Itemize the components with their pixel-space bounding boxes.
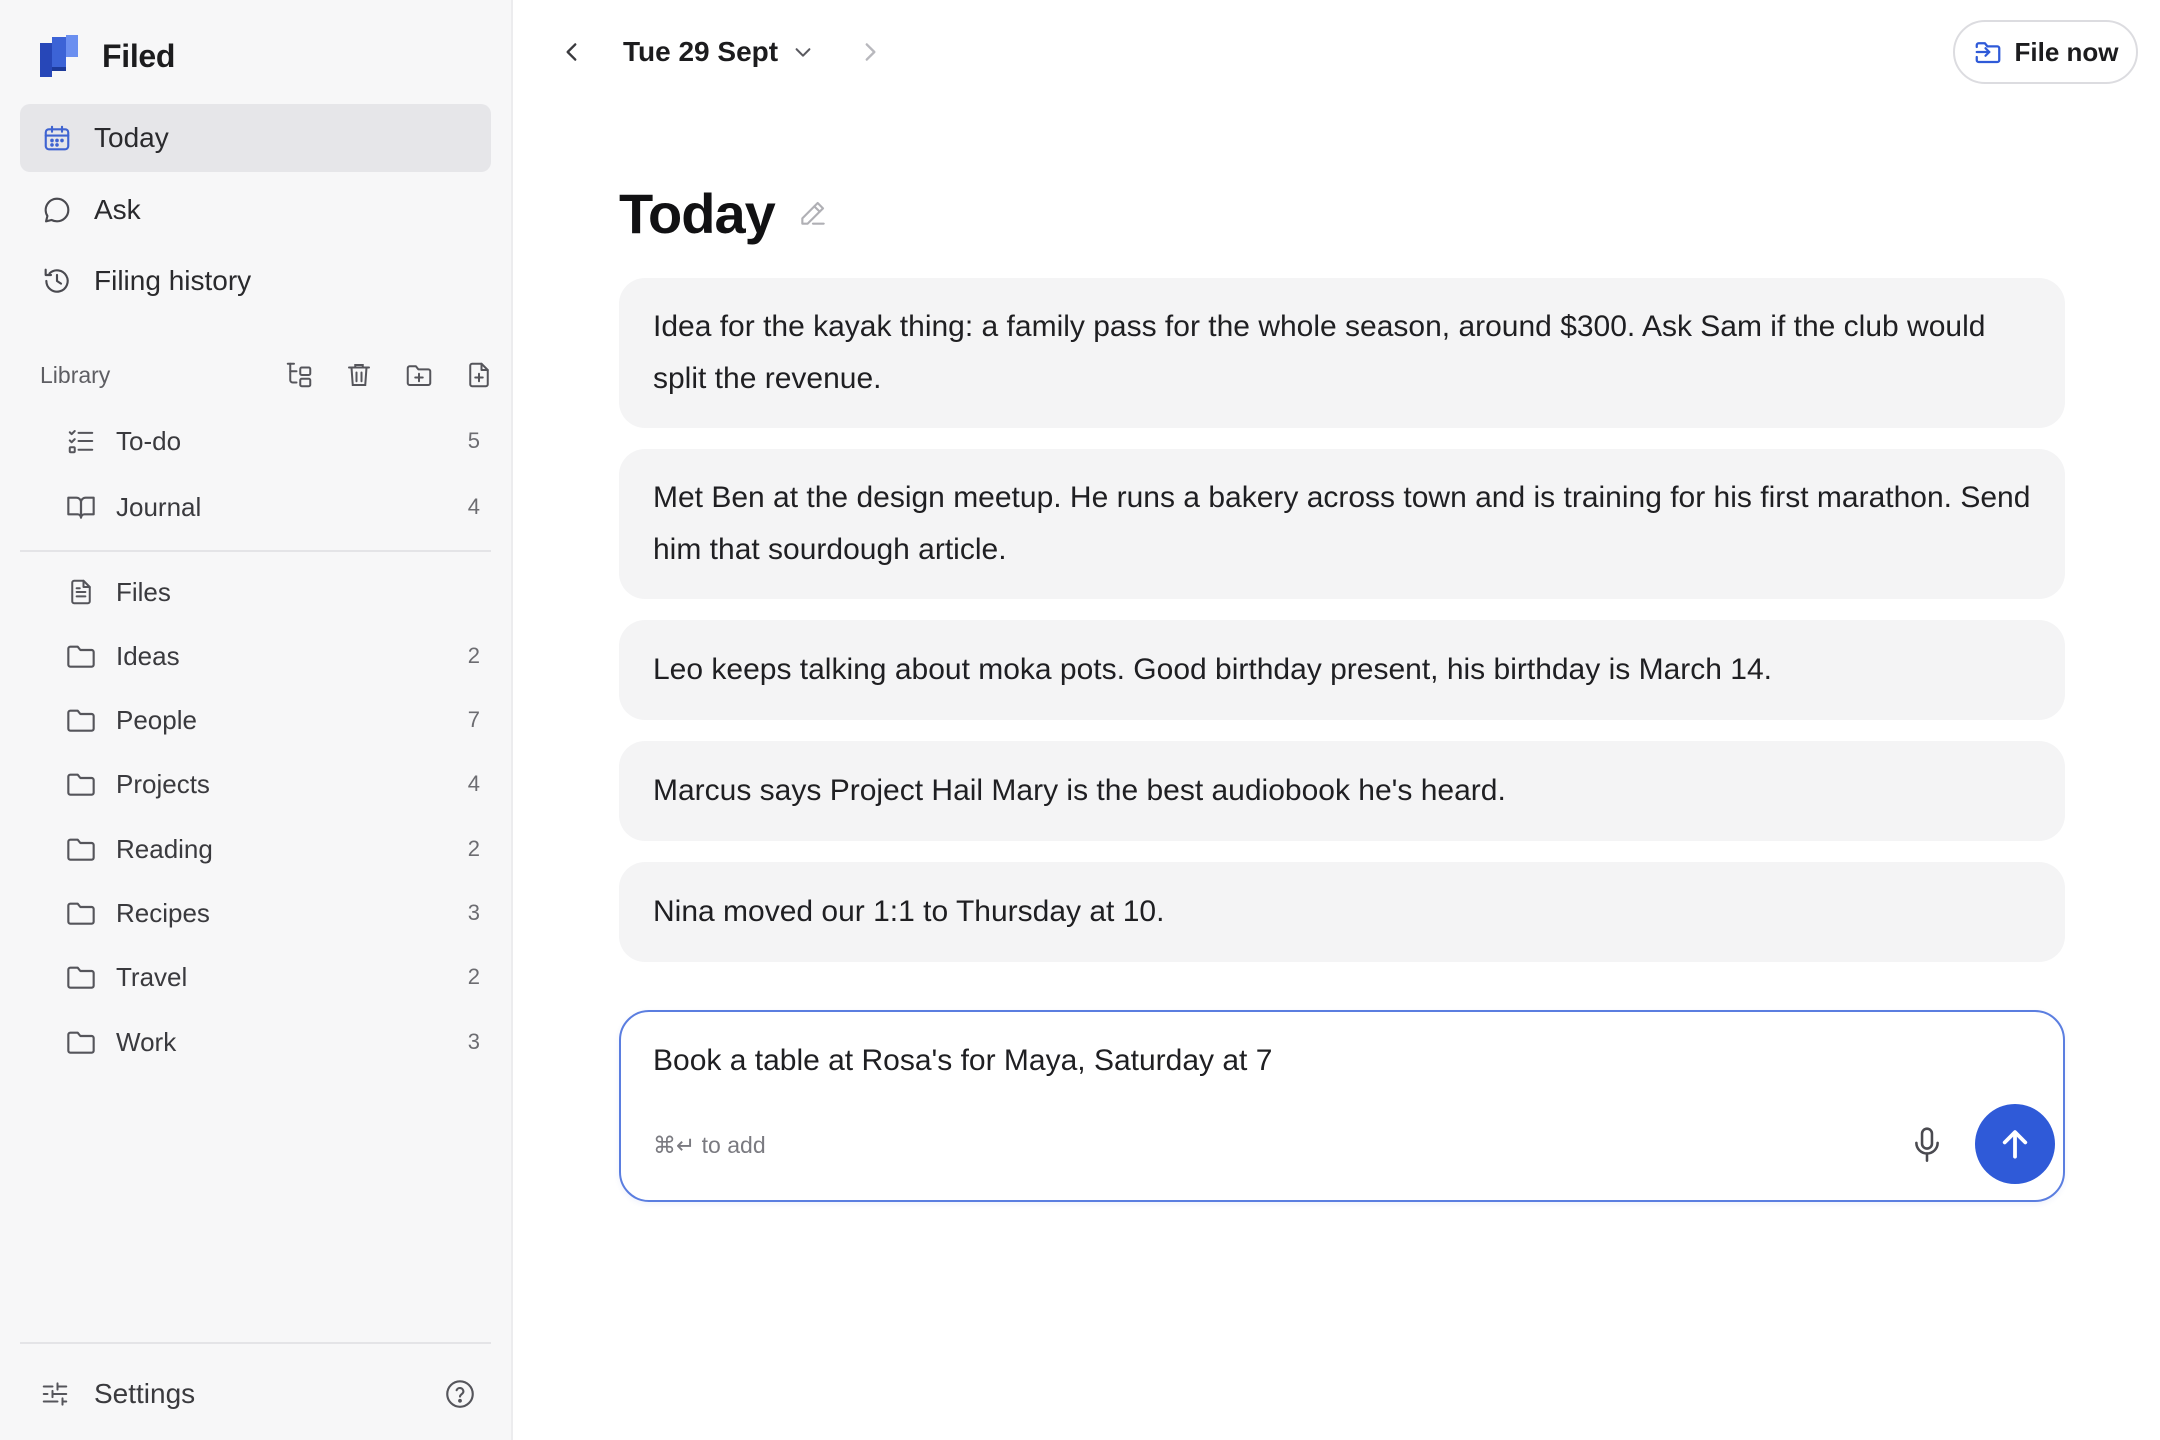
library-item-label: Reading (116, 833, 213, 864)
folder-icon (64, 639, 98, 673)
previous-day-button[interactable] (554, 34, 590, 70)
calendar-icon (40, 121, 74, 155)
tree-view-icon[interactable] (282, 358, 316, 392)
nav-ask-label: Ask (94, 194, 141, 225)
trash-icon[interactable] (342, 358, 376, 392)
library-item-label: Projects (116, 768, 210, 799)
nav-filing-history[interactable]: Filing history (20, 247, 491, 315)
page-title: Today (619, 181, 776, 245)
edit-title-button[interactable] (795, 195, 831, 231)
library-item-count: 4 (467, 771, 480, 796)
nav-filing-history-label: Filing history (94, 265, 252, 296)
nav-ask[interactable]: Ask (20, 176, 491, 244)
note-input[interactable] (653, 1036, 1953, 1086)
folder-icon (64, 960, 98, 994)
brand: Filed (38, 33, 175, 79)
date-label: Tue 29 Sept (623, 36, 779, 67)
note-text: Leo keeps talking about moka pots. Good … (653, 653, 1772, 686)
library-item-count: 2 (467, 643, 480, 668)
library-item-count: 3 (467, 1029, 480, 1054)
folder-icon (64, 767, 98, 801)
keyboard-hint: ⌘↵ to add (653, 1132, 766, 1158)
file-now-label: File now (2014, 36, 2119, 67)
settings-divider (20, 1342, 491, 1344)
note-text: Marcus says Project Hail Mary is the bes… (653, 774, 1506, 807)
settings-button[interactable]: Settings (94, 1378, 442, 1410)
file-now-button[interactable]: File now (1953, 20, 2138, 84)
library-item-label: Recipes (116, 897, 210, 928)
library-item-work[interactable]: Work 3 (64, 1016, 494, 1068)
sidebar: Filed Today Ask Filing history Library T… (0, 0, 513, 1440)
pencil-icon (801, 201, 825, 225)
folder-icon (64, 1025, 98, 1059)
library-item-count: 7 (467, 707, 480, 732)
library-item-projects[interactable]: Projects 4 (64, 758, 494, 810)
library-item-files[interactable]: Files (64, 566, 494, 618)
library-item-travel[interactable]: Travel 2 (64, 951, 494, 1003)
microphone-icon (1915, 1127, 1939, 1162)
library-item-count: 2 (467, 964, 480, 989)
library-item-count: 4 (467, 494, 480, 519)
note-card[interactable]: Met Ben at the design meetup. He runs a … (619, 449, 2065, 599)
history-icon (40, 264, 74, 298)
library-title: Library (40, 361, 111, 388)
note-card[interactable]: Nina moved our 1:1 to Thursday at 10. (619, 862, 2065, 962)
library-item-label: Ideas (116, 640, 180, 671)
library-actions (282, 358, 496, 392)
send-button[interactable] (1975, 1104, 2055, 1184)
help-circle-icon[interactable] (442, 1376, 478, 1412)
chevron-left-icon (566, 43, 577, 61)
note-composer: ⌘↵ to add (619, 1010, 2065, 1202)
library-item-reading[interactable]: Reading 2 (64, 823, 494, 875)
folder-icon (64, 703, 98, 737)
filed-logo-icon (40, 35, 78, 77)
date-picker[interactable]: Tue 29 Sept (623, 30, 814, 74)
microphone-button[interactable] (1907, 1122, 1947, 1168)
note-card[interactable]: Idea for the kayak thing: a family pass … (619, 278, 2065, 428)
page-header: Today (619, 178, 831, 248)
note-text: Nina moved our 1:1 to Thursday at 10. (653, 895, 1165, 928)
library-item-ideas[interactable]: Ideas 2 (64, 630, 494, 682)
settings-row: Settings (38, 1372, 478, 1416)
library-item-recipes[interactable]: Recipes 3 (64, 887, 494, 939)
next-day-button[interactable] (852, 34, 888, 70)
file-icon (64, 575, 98, 609)
library-item-label: Files (116, 576, 171, 607)
note-text: Idea for the kayak thing: a family pass … (653, 310, 1986, 395)
checklist-icon (64, 424, 98, 458)
arrow-up-icon (2002, 1130, 2028, 1159)
library-item-people[interactable]: People 7 (64, 694, 494, 746)
file-import-icon (1973, 37, 2003, 67)
chat-bubble-icon (40, 193, 74, 227)
library-item-to-do[interactable]: To-do 5 (64, 415, 494, 467)
book-icon (64, 490, 98, 524)
library-item-count: 2 (467, 836, 480, 861)
library-item-label: Work (116, 1026, 177, 1057)
folder-icon (64, 832, 98, 866)
note-card[interactable]: Leo keeps talking about moka pots. Good … (619, 620, 2065, 720)
app-window: Filed Today Ask Filing history Library T… (0, 0, 2160, 1440)
library-item-label: To-do (116, 425, 182, 456)
library-header: Library (40, 355, 490, 395)
app-name: Filed (102, 37, 176, 74)
library-item-label: Journal (116, 491, 202, 522)
library-item-count: 3 (467, 900, 480, 925)
note-text: Met Ben at the design meetup. He runs a … (653, 481, 2031, 566)
new-file-icon[interactable] (462, 358, 496, 392)
nav-today[interactable]: Today (20, 104, 491, 172)
chevron-right-icon (865, 43, 876, 61)
library-item-label: People (116, 704, 197, 735)
folder-icon (64, 896, 98, 930)
note-card[interactable]: Marcus says Project Hail Mary is the bes… (619, 741, 2065, 841)
chevron-down-icon (792, 41, 814, 63)
new-folder-icon[interactable] (402, 358, 436, 392)
library-divider (20, 550, 491, 552)
sliders-icon (38, 1377, 72, 1411)
library-item-label: Travel (116, 961, 188, 992)
library-item-journal[interactable]: Journal 4 (64, 481, 494, 533)
nav-today-label: Today (94, 122, 169, 153)
library-item-count: 5 (467, 428, 480, 453)
